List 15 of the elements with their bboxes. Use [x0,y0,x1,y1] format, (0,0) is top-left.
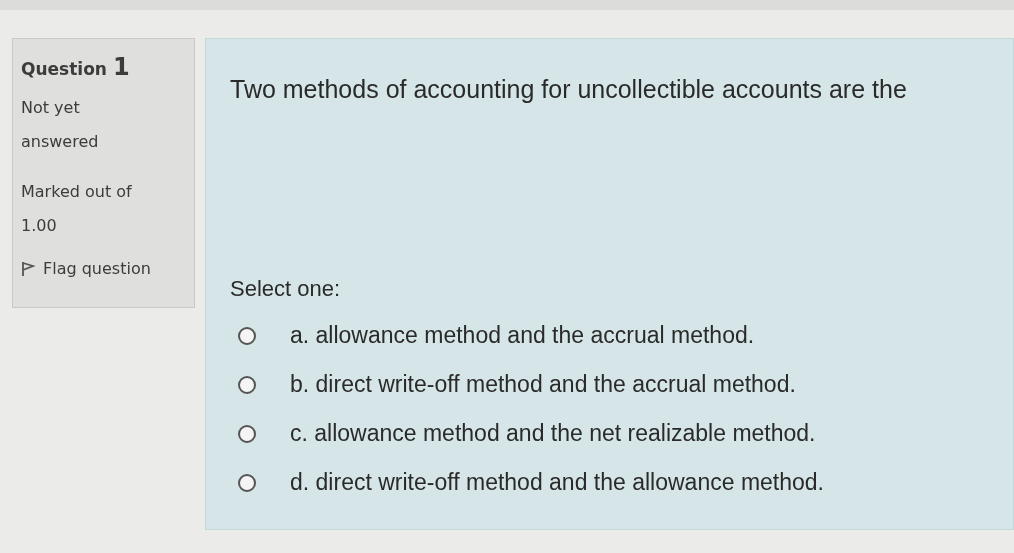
radio-button[interactable] [238,326,256,345]
question-number: 1 [112,53,130,81]
answer-option[interactable]: b. direct write-off method and the accrual method. [290,371,796,398]
marks-text: Marked out of 1.00 [21,181,133,237]
radio-button[interactable] [238,473,256,492]
select-prompt: Select one: [230,276,342,302]
answer-option[interactable]: d. direct write-off method and the allowance method. [290,469,824,496]
question-state: Not yet answered [21,97,100,153]
question-text: Two methods of accounting for uncollectible accounts are the [230,75,908,104]
radio-button[interactable] [238,375,256,394]
answer-option[interactable]: c. allowance method and the net realizable method. [290,420,816,447]
flag-question-link[interactable]: Flag question [21,259,186,278]
question-label: Question [21,59,107,79]
radio-button[interactable] [238,424,256,443]
answer-option[interactable]: a. allowance method and the accrual method. [290,322,755,349]
